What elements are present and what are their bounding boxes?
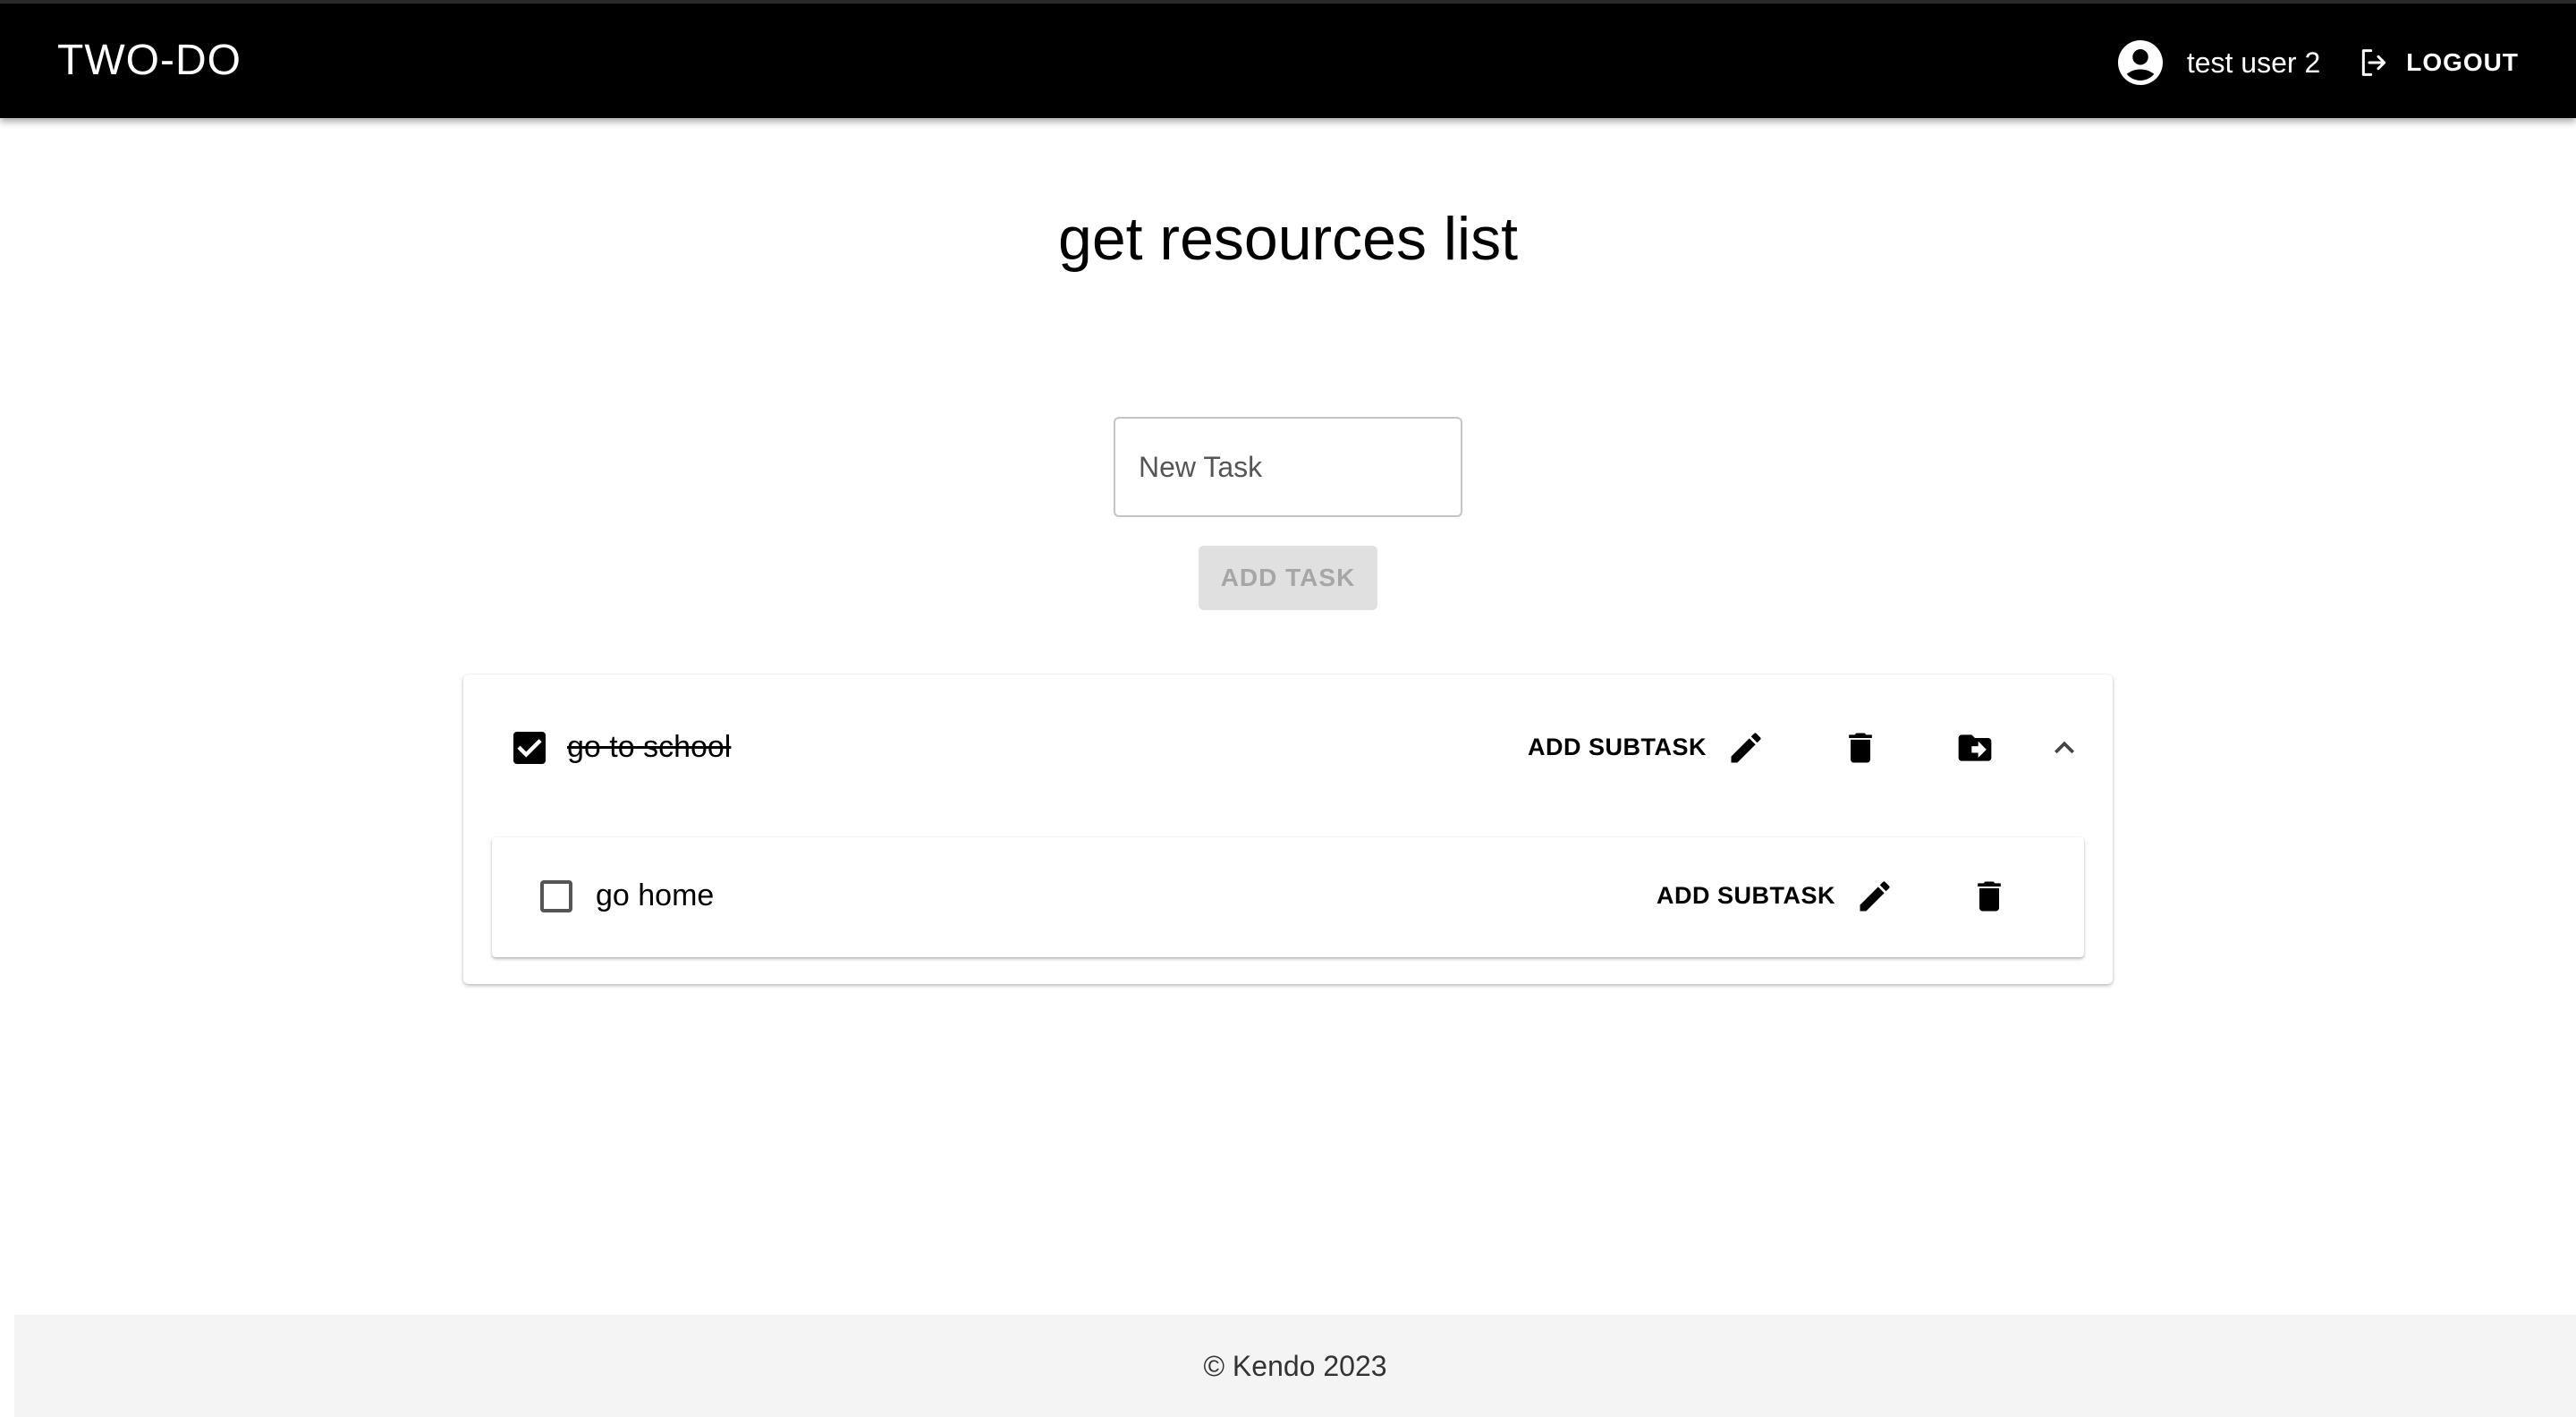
footer-copyright: © Kendo 2023 — [1203, 1349, 1387, 1382]
task-label: go to school — [567, 730, 732, 764]
chevron-up-icon[interactable] — [2045, 728, 2084, 768]
add-task-button[interactable]: ADD TASK — [1199, 546, 1377, 610]
app-bar: TWO-DO test user 2 LOGOUT — [0, 0, 2576, 118]
edit-icon[interactable] — [1726, 728, 1766, 768]
page-title: get resources list — [1058, 205, 1518, 273]
app-page: TWO-DO test user 2 LOGOUT get resources … — [0, 0, 2576, 1417]
subtask-label: go home — [596, 878, 715, 912]
delete-icon[interactable] — [1841, 728, 1880, 768]
check-icon — [517, 739, 542, 758]
task-checkbox[interactable] — [513, 732, 546, 764]
user-area: test user 2 LOGOUT — [2114, 36, 2519, 89]
task-row: go to school ADD SUBTASK — [463, 675, 2113, 821]
subtask-checkbox[interactable] — [540, 880, 572, 912]
subtask-card: go home ADD SUBTASK — [492, 837, 2084, 957]
user-name: test user 2 — [2186, 46, 2321, 79]
logout-label: LOGOUT — [2406, 48, 2519, 76]
edit-icon[interactable] — [1855, 877, 1894, 916]
delete-icon[interactable] — [1970, 877, 2009, 916]
new-task-input[interactable] — [1114, 417, 1462, 517]
subtask-add-subtask-button[interactable]: ADD SUBTASK — [1657, 882, 1835, 910]
account-circle-icon — [2117, 40, 2163, 85]
brand-title: TWO-DO — [57, 37, 242, 84]
task-card: go to school ADD SUBTASK go home ADD SUB… — [463, 675, 2113, 984]
logout-button[interactable]: LOGOUT — [2356, 45, 2519, 81]
add-subtask-button[interactable]: ADD SUBTASK — [1528, 734, 1707, 761]
move-to-folder-icon[interactable] — [1955, 728, 1995, 768]
footer: © Kendo 2023 — [14, 1315, 2576, 1417]
logout-icon — [2362, 49, 2386, 76]
